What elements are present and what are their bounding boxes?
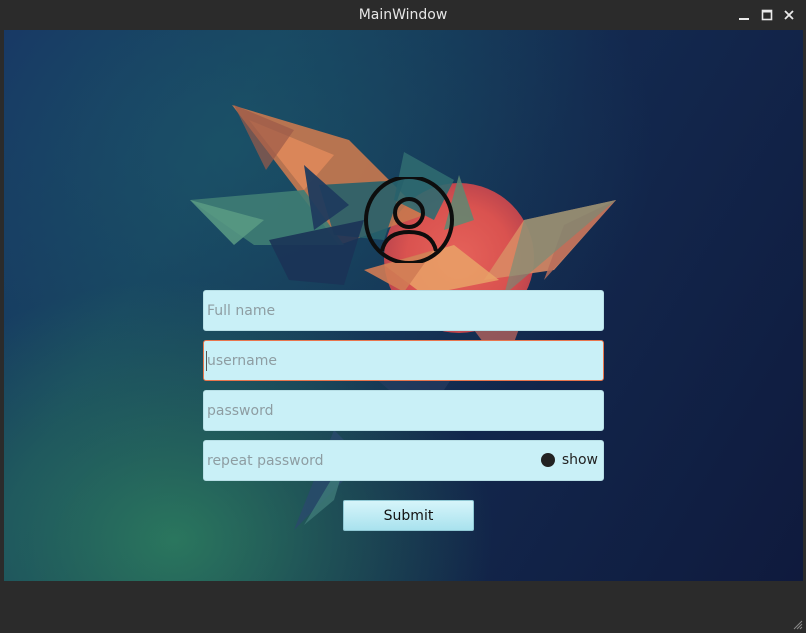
fullname-input[interactable]	[204, 291, 603, 330]
text-cursor	[206, 351, 207, 371]
username-field[interactable]	[203, 340, 604, 381]
status-bar	[0, 581, 806, 633]
show-password-toggle[interactable]: show	[540, 452, 598, 468]
fullname-field[interactable]	[203, 290, 604, 331]
submit-button[interactable]: Submit	[343, 500, 474, 531]
show-radio-button[interactable]	[540, 453, 555, 467]
title-bar[interactable]: MainWindow	[0, 0, 806, 30]
username-input[interactable]	[204, 341, 603, 380]
minimize-icon[interactable]	[736, 7, 752, 23]
close-icon[interactable]	[781, 7, 797, 23]
user-circle-icon	[364, 177, 454, 263]
password-input[interactable]	[204, 391, 603, 430]
resize-grip-icon[interactable]	[791, 618, 803, 630]
background-image-panel: show Submit	[4, 30, 803, 581]
show-label: show	[561, 452, 598, 468]
maximize-icon[interactable]	[759, 7, 775, 23]
main-window: MainWindow Full name username show Submi…	[0, 0, 806, 633]
window-title: MainWindow	[358, 7, 448, 23]
repeat-password-field[interactable]: show	[203, 440, 604, 481]
password-field[interactable]	[203, 390, 604, 431]
